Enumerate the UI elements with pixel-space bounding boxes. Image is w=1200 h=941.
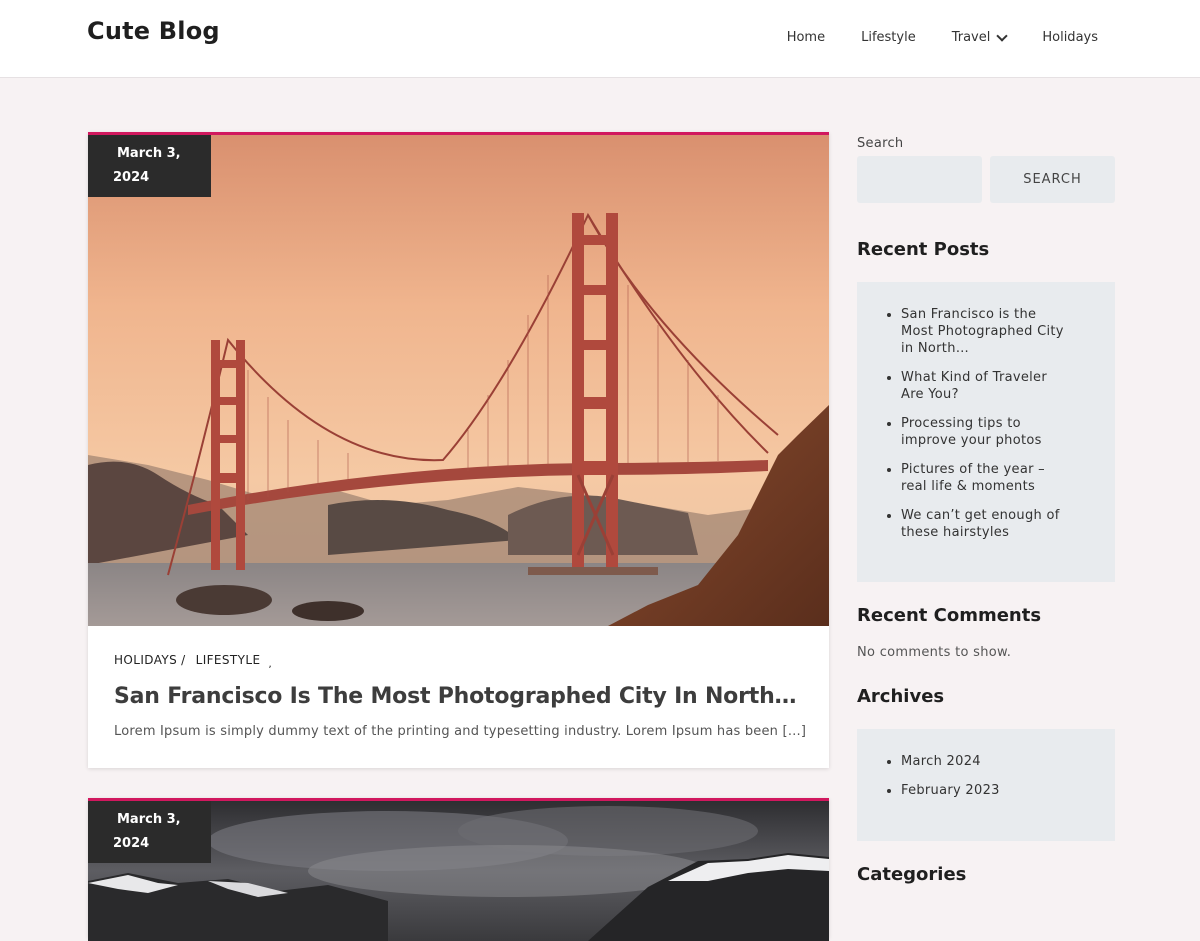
post-featured-image[interactable]: March 3, 2024 [88,135,829,626]
category-separator: / [181,653,186,667]
category-link-lifestyle[interactable]: LIFESTYLE [196,653,261,667]
search-button[interactable]: SEARCH [990,156,1115,203]
category-trailing-mark: , [268,658,273,670]
nav-item-travel-label: Travel [951,30,991,45]
post-card: March 3, 2024 [88,798,829,941]
recent-post-link[interactable]: Processing tips to improve your photos [901,416,1042,448]
site-title[interactable]: Cute Blog [87,14,220,48]
category-link-holidays[interactable]: HOLIDAYS [114,653,177,667]
recent-post-link[interactable]: What Kind of Traveler Are You? [901,370,1047,402]
sidebar: Search SEARCH Recent Posts San Francisco… [857,130,1115,888]
archive-item[interactable]: March 2024 [901,753,1095,770]
chevron-down-icon[interactable] [996,30,1009,42]
search-form: SEARCH [857,156,1115,203]
post-date-day: March 3, [117,146,181,161]
categories-title: Categories [857,864,967,885]
archives-list: March 2024 February 2023 [857,729,1115,841]
archives-title: Archives [857,686,945,707]
post-date-day: March 3, [117,812,181,827]
post-date-year: 2024 [113,170,150,185]
recent-post-item[interactable]: Pictures of the year – real life & momen… [901,461,1095,495]
nav-item-home[interactable]: Home [769,28,843,48]
nav-item-holidays[interactable]: Holidays [1024,28,1098,48]
nav-item-travel[interactable]: Travel [934,28,1025,48]
recent-post-link[interactable]: San Francisco is the Most Photographed C… [901,307,1064,356]
main-nav: Home Lifestyle Travel Holidays [769,28,1098,48]
recent-post-item[interactable]: Processing tips to improve your photos [901,415,1095,449]
post-categories: HOLIDAYS / LIFESTYLE , [114,650,803,670]
recent-posts-list: San Francisco is the Most Photographed C… [857,282,1115,582]
search-label: Search [857,136,904,151]
archive-item[interactable]: February 2023 [901,782,1095,799]
golden-gate-bridge-image [88,135,829,626]
recent-comments-title: Recent Comments [857,605,1042,626]
recent-posts-title: Recent Posts [857,239,990,260]
post-date-badge: March 3, 2024 [88,135,211,197]
search-input[interactable] [857,156,982,203]
post-date-year: 2024 [113,836,150,851]
post-body: HOLIDAYS / LIFESTYLE , San Francisco Is … [88,626,829,742]
post-card: March 3, 2024 [88,132,829,768]
recent-post-link[interactable]: Pictures of the year – real life & momen… [901,462,1045,494]
recent-post-item[interactable]: San Francisco is the Most Photographed C… [901,306,1095,357]
post-excerpt: Lorem Ipsum is simply dummy text of the … [114,724,807,739]
post-featured-image[interactable]: March 3, 2024 [88,801,829,941]
recent-post-item[interactable]: We can’t get enough of these hairstyles [901,507,1095,541]
recent-post-item[interactable]: What Kind of Traveler Are You? [901,369,1095,403]
recent-post-link[interactable]: We can’t get enough of these hairstyles [901,508,1060,540]
site-header: Cute Blog Home Lifestyle Travel Holidays [0,0,1200,78]
no-comments-text: No comments to show. [857,645,1012,660]
archive-link[interactable]: February 2023 [901,783,1000,798]
nav-item-lifestyle[interactable]: Lifestyle [843,28,934,48]
post-date-badge: March 3, 2024 [88,801,211,863]
archive-link[interactable]: March 2024 [901,754,981,769]
post-title[interactable]: San Francisco Is The Most Photographed C… [114,680,803,714]
